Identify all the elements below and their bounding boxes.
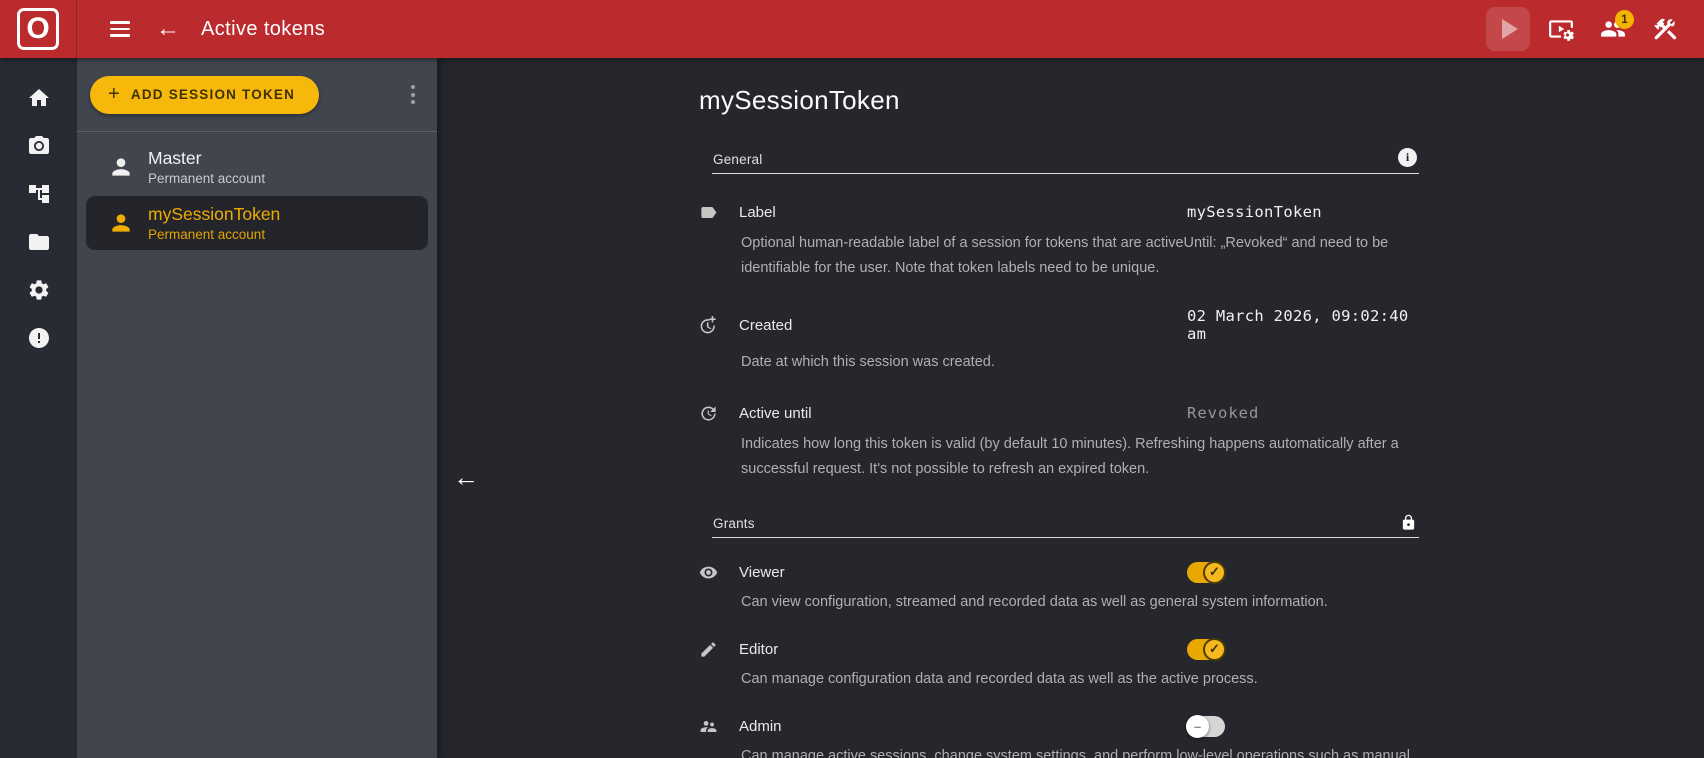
section-general-heading: General xyxy=(713,152,762,167)
token-detail-content: mySessionToken General i Label xyxy=(699,58,1419,758)
field-description: Indicates how long this token is valid (… xyxy=(741,432,1417,482)
nav-files[interactable] xyxy=(16,224,62,260)
account-type: Permanent account xyxy=(148,227,280,242)
kebab-icon xyxy=(411,85,415,89)
toggle-knob: – xyxy=(1186,715,1209,738)
gear-icon xyxy=(27,278,51,302)
field-value: mySessionToken xyxy=(1187,203,1419,221)
nav-home[interactable] xyxy=(16,80,62,116)
account-tree-icon xyxy=(27,182,51,206)
accounts-button[interactable]: 1 xyxy=(1592,8,1634,50)
app-logo[interactable]: O xyxy=(0,0,77,58)
grant-row-viewer: Viewer ✓ Can view configuration, streame… xyxy=(699,560,1419,615)
field-description: Date at which this session was created. xyxy=(741,350,1417,375)
toggle-knob: ✓ xyxy=(1203,561,1226,584)
section-grants: Grants Viewer ✓ xyxy=(699,514,1419,758)
video-settings-button[interactable] xyxy=(1540,8,1582,50)
plus-icon: + xyxy=(108,84,121,104)
eye-icon xyxy=(699,563,739,582)
pencil-icon xyxy=(699,640,739,659)
field-row-active-until: Active until Revoked Indicates how long … xyxy=(699,401,1419,482)
video-settings-icon xyxy=(1548,16,1574,42)
section-rule xyxy=(712,173,1419,174)
top-app-bar: O ← Active tokens xyxy=(0,0,1704,58)
grant-label: Editor xyxy=(739,641,1187,658)
nav-process-tree[interactable] xyxy=(16,176,62,212)
section-general: General i Label mySessionToken Optional … xyxy=(699,148,1419,482)
clock-update-icon xyxy=(699,404,739,423)
accounts-panel: + ADD SESSION TOKEN Master Permanent acc… xyxy=(77,58,437,758)
toggle-knob: ✓ xyxy=(1203,638,1226,661)
field-label: Active until xyxy=(739,405,1187,422)
grant-row-editor: Editor ✓ Can manage configuration data a… xyxy=(699,637,1419,692)
nav-rail xyxy=(0,58,77,758)
play-button[interactable] xyxy=(1486,7,1530,51)
session-count-badge: 1 xyxy=(1615,10,1634,29)
viewer-toggle[interactable]: ✓ xyxy=(1187,562,1225,583)
field-description: Optional human-readable label of a sessi… xyxy=(741,231,1417,281)
add-session-token-button[interactable]: + ADD SESSION TOKEN xyxy=(90,76,319,114)
nav-settings[interactable] xyxy=(16,272,62,308)
grant-label: Viewer xyxy=(739,564,1187,581)
back-button[interactable]: ← xyxy=(147,8,189,50)
info-icon[interactable]: i xyxy=(1398,148,1417,167)
clock-plus-icon xyxy=(699,316,739,335)
grant-description: Can manage configuration data and record… xyxy=(741,667,1417,692)
home-icon xyxy=(27,86,51,110)
nav-errors[interactable] xyxy=(16,320,62,356)
section-grants-heading: Grants xyxy=(713,516,755,531)
play-icon xyxy=(1502,19,1518,39)
token-detail: ← mySessionToken General i xyxy=(437,58,1704,758)
page-title: Active tokens xyxy=(201,18,325,41)
grant-description: Can view configuration, streamed and rec… xyxy=(741,590,1417,615)
lock-icon xyxy=(1400,514,1417,531)
admin-tools-button[interactable] xyxy=(1644,8,1686,50)
person-icon xyxy=(108,154,134,180)
token-title: mySessionToken xyxy=(699,85,1419,116)
account-item-master[interactable]: Master Permanent account xyxy=(86,140,428,194)
topbar-left: ← Active tokens xyxy=(77,8,325,50)
admin-toggle[interactable]: – xyxy=(1187,716,1225,737)
grant-description: Can manage active sessions, change syste… xyxy=(741,744,1417,758)
field-value: 02 March 2026, 09:02:40 am xyxy=(1187,307,1419,343)
add-session-token-label: ADD SESSION TOKEN xyxy=(131,87,295,102)
editor-toggle[interactable]: ✓ xyxy=(1187,639,1225,660)
collapse-panel-button[interactable]: ← xyxy=(453,464,479,490)
account-name: Master xyxy=(148,148,265,169)
account-name: mySessionToken xyxy=(148,204,280,225)
field-row-label: Label mySessionToken Optional human-read… xyxy=(699,200,1419,281)
account-item-text: Master Permanent account xyxy=(148,148,265,186)
logo-icon: O xyxy=(17,8,59,50)
panel-toolbar: + ADD SESSION TOKEN xyxy=(77,58,437,131)
topbar-actions: 1 xyxy=(1486,7,1704,51)
nav-camera[interactable] xyxy=(16,128,62,164)
camera-icon xyxy=(27,134,51,158)
app-window: O ← Active tokens xyxy=(0,0,1704,758)
label-tag-icon xyxy=(699,203,739,222)
person-icon xyxy=(108,210,134,236)
field-value: Revoked xyxy=(1187,404,1419,422)
field-label: Label xyxy=(739,204,1187,221)
section-rule xyxy=(712,537,1419,538)
panel-more-button[interactable] xyxy=(401,77,425,112)
hamburger-icon xyxy=(110,21,130,37)
error-icon xyxy=(27,326,51,350)
grant-row-admin: Admin – Can manage active sessions, chan… xyxy=(699,714,1419,758)
back-arrow-icon: ← xyxy=(156,17,180,41)
account-item-mysessiontoken[interactable]: mySessionToken Permanent account xyxy=(86,196,428,250)
account-list: Master Permanent account mySessionToken … xyxy=(77,132,437,258)
field-row-created: Created 02 March 2026, 09:02:40 am Date … xyxy=(699,307,1419,375)
account-item-text: mySessionToken Permanent account xyxy=(148,204,280,242)
field-label: Created xyxy=(739,317,1187,334)
account-type: Permanent account xyxy=(148,171,265,186)
supervisor-account-icon xyxy=(699,717,739,736)
menu-button[interactable] xyxy=(99,8,141,50)
tools-icon xyxy=(1652,16,1678,42)
folder-icon xyxy=(27,230,51,254)
grant-label: Admin xyxy=(739,718,1187,735)
